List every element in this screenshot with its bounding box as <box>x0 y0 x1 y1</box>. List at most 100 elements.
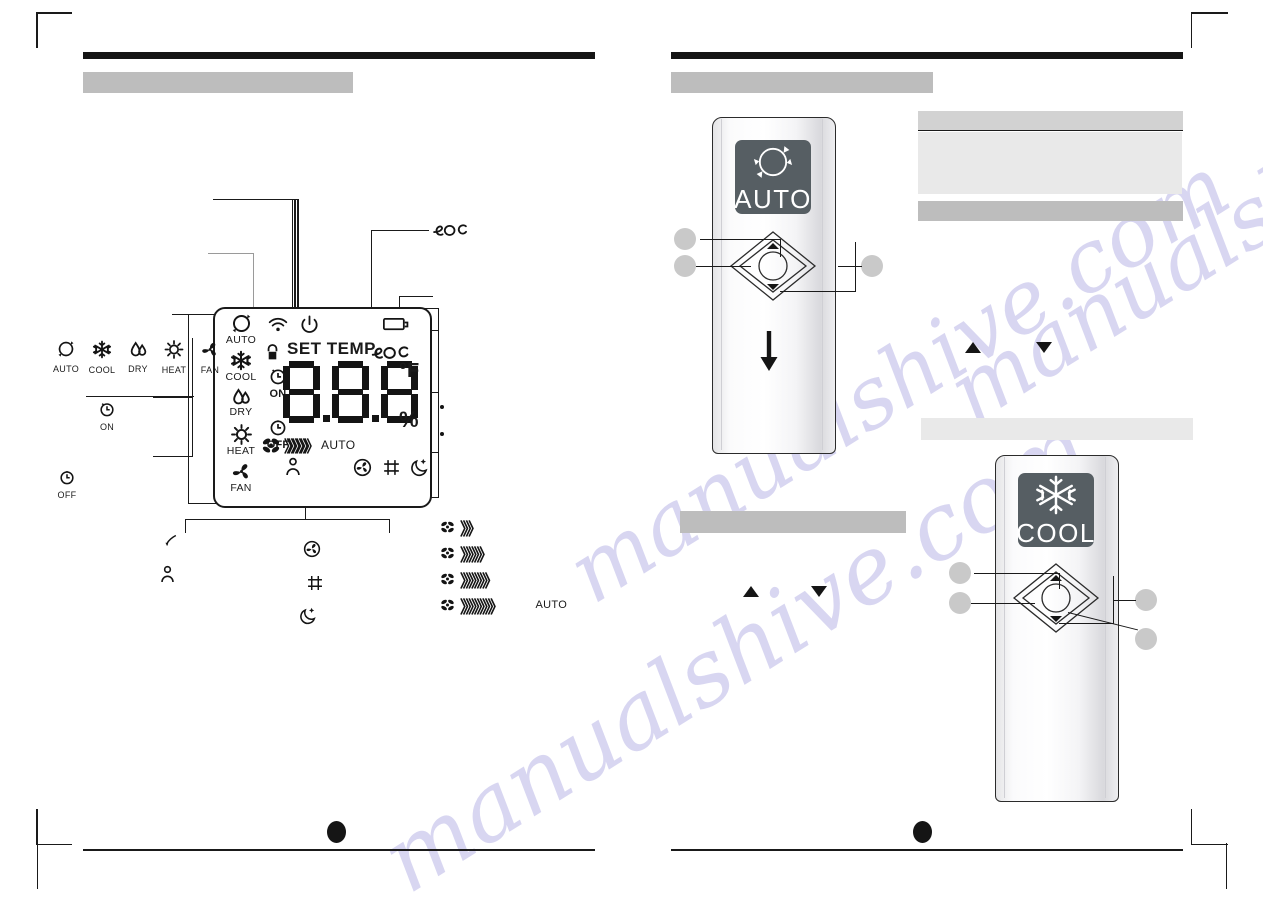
fan-icon <box>441 573 454 585</box>
callout-bullet <box>949 592 971 614</box>
heat-sun-icon <box>164 340 184 359</box>
leader-line-bottom-bracket <box>389 519 391 533</box>
right-section-heading-bar <box>671 72 933 93</box>
fan-speed-icon <box>262 438 280 452</box>
left-section-heading-bar <box>83 72 353 93</box>
remote-cool: COOL <box>995 455 1119 802</box>
right-page-dot <box>913 821 932 843</box>
callout-bullet <box>861 255 883 277</box>
right-section-bar-mid <box>680 511 906 533</box>
percent-unit: % <box>399 407 419 432</box>
callout-leader <box>780 291 856 293</box>
callout-leader <box>838 266 862 268</box>
triangle-down-icon <box>811 586 827 597</box>
triangle-up-icon <box>965 342 981 353</box>
dry-droplet-icon <box>232 388 250 405</box>
legend-mode-cool-label: COOL <box>88 365 116 375</box>
fan-speed-bars: 》》》》》》 <box>460 597 504 617</box>
leader-line-battery <box>399 296 433 298</box>
leader-line-mode <box>172 314 214 316</box>
legend-timer-off-label: OFF <box>57 490 77 500</box>
heat-sun-icon <box>230 424 252 445</box>
set-temp-label: SET TEMP. <box>287 339 380 358</box>
lock-icon <box>265 344 280 367</box>
turbo-fan-icon <box>303 540 321 558</box>
left-header-rule <box>83 52 595 59</box>
callout-leader <box>974 573 1060 575</box>
callout-leader <box>696 266 751 268</box>
remote-seam <box>1004 457 1005 798</box>
legend-mode-auto: AUTO <box>48 340 84 375</box>
fan-speed-legend-row: 》》》》 <box>440 540 567 566</box>
swing-icon <box>165 534 177 547</box>
leader-line-timer-bracket <box>153 397 193 399</box>
fan-icon <box>441 547 454 559</box>
left-footer-rule <box>83 849 595 851</box>
follow-me-person-icon <box>161 565 174 583</box>
remote-seam <box>822 119 823 450</box>
leader-line-timer-bracket <box>153 456 193 458</box>
legend-mode-fan-label: FAN <box>200 365 220 375</box>
fan-bars-icon: 》》》》》》 <box>284 439 320 456</box>
inline-arrow-up-mid <box>742 585 760 603</box>
leader-line-mode <box>188 503 216 505</box>
legend-mode-dry-label: DRY <box>128 364 148 374</box>
callout-bullet <box>674 255 696 277</box>
fan-speed-bars: 》》》》 <box>460 545 493 565</box>
leader-line-right-bracket <box>438 308 440 498</box>
legend-turbo-icon-wrap <box>303 540 321 563</box>
turbo-fan-icon <box>353 458 372 482</box>
lcd-mode-heat-label: HEAT <box>226 445 256 457</box>
legend-mode-row: AUTO COOL DRY HEAT FAN <box>48 340 228 375</box>
fan-speed-legend-row: 》》》》》》 AUTO <box>440 592 567 618</box>
lcd-mode-auto-label: AUTO <box>225 334 257 346</box>
decimal-dot <box>323 415 330 422</box>
callout-leader <box>1113 576 1115 624</box>
lcd-mode-fan: FAN <box>221 461 261 498</box>
note-box-body <box>918 132 1182 194</box>
down-arrow-icon <box>760 331 778 371</box>
leader-line <box>297 199 299 311</box>
inline-arrow-down-mid <box>810 585 828 603</box>
fan-blade-icon <box>232 464 248 479</box>
fahrenheit-unit: °F <box>399 360 420 382</box>
legend-timer-on: ON <box>94 401 120 432</box>
watermark-text: manualshive.com <box>931 0 1263 444</box>
lcd-mode-heat: HEAT <box>221 424 261 461</box>
right-section-bar-low <box>921 418 1193 440</box>
callout-leader <box>971 603 1035 605</box>
legend-timer-off: OFF <box>54 469 80 500</box>
legend-mode-fan: FAN <box>192 340 228 375</box>
lcd-mode-dry-label: DRY <box>229 406 253 418</box>
remote-seam <box>1105 457 1106 798</box>
note-box-heading <box>918 111 1183 130</box>
wifi-icon <box>268 317 288 338</box>
remote-auto: AUTO <box>712 117 836 454</box>
fan-icon <box>441 521 454 533</box>
seven-segment-digit <box>332 361 369 423</box>
leader-line <box>213 199 299 201</box>
legend-mode-heat: HEAT <box>156 340 192 375</box>
eco-label <box>432 219 468 246</box>
leader-line <box>294 199 296 311</box>
legend-timer-on-label: ON <box>99 422 115 432</box>
remote-screen-auto: AUTO <box>734 140 811 214</box>
remote-screen-cool-label: COOL <box>1016 518 1096 548</box>
eco-icon <box>433 224 467 236</box>
seven-segment-digit <box>283 361 320 423</box>
fan-speed-legend-row: 》》 <box>440 514 567 540</box>
fan-icon <box>441 599 454 611</box>
callout-bullet <box>674 228 696 250</box>
callout-leader <box>1059 623 1114 625</box>
callout-leader <box>1059 573 1061 589</box>
fan-speed-auto-label: AUTO <box>535 599 568 611</box>
cool-snowflake-icon <box>1036 475 1076 515</box>
cool-snowflake-icon <box>92 340 112 359</box>
legend-person-icon-wrap <box>160 565 175 589</box>
leader-line <box>208 253 254 255</box>
right-footer-tick <box>1226 843 1228 889</box>
lcd-fan-auto-label: AUTO <box>321 438 356 452</box>
callout-leader <box>855 242 857 292</box>
fan-blade-icon <box>202 342 216 356</box>
timer-off-icon <box>60 471 74 485</box>
